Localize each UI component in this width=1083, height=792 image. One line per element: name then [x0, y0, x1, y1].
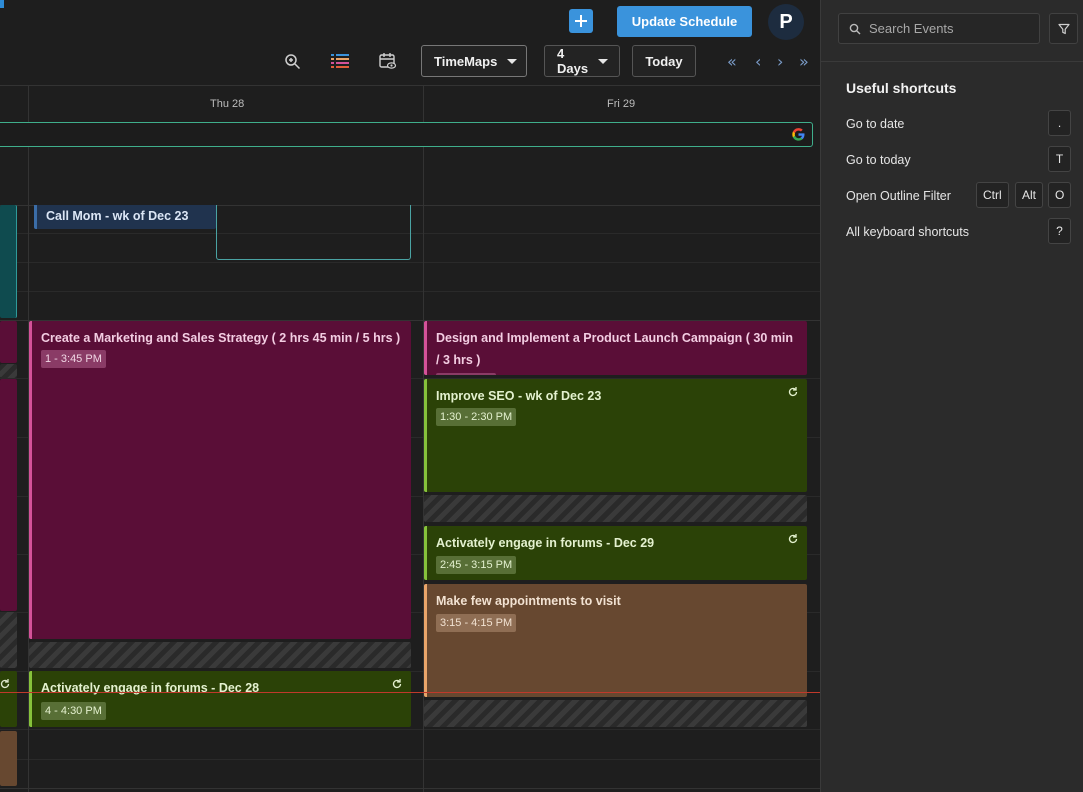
grid-line — [0, 729, 820, 730]
day-header-thu: Thu 28 — [210, 98, 245, 110]
calendar-eye-icon[interactable] — [378, 51, 398, 71]
event-time: 4 - 4:30 PM — [41, 702, 106, 720]
clipped-hatch — [0, 612, 17, 668]
zoom-in-icon[interactable] — [282, 51, 302, 71]
event-forums-dec-29[interactable]: Activately engage in forums - Dec 29 2:4… — [424, 526, 807, 580]
day-range-label: 4 Days — [557, 46, 589, 76]
event-time: 2:45 - 3:15 PM — [436, 556, 517, 574]
next-page-icon[interactable]: › — [777, 52, 783, 71]
event-title: Call Mom - wk of Dec 23 — [46, 209, 189, 223]
google-icon — [792, 128, 805, 141]
today-label: Today — [645, 53, 683, 69]
prev-page-icon[interactable]: ‹ — [755, 52, 761, 71]
view-mode-dropdown[interactable]: TimeMaps — [421, 45, 527, 77]
event-call-mom[interactable]: Call Mom - wk of Dec 23 — [34, 205, 216, 229]
buffer-hatch — [424, 495, 807, 522]
event-forums-dec-28[interactable]: Activately engage in forums - Dec 28 4 -… — [29, 671, 411, 727]
buffer-hatch — [29, 642, 411, 668]
shortcut-label: All keyboard shortcuts — [846, 225, 969, 239]
search-icon — [849, 23, 861, 34]
filter-button[interactable] — [1049, 13, 1078, 44]
color-list-icon[interactable] — [330, 51, 350, 71]
event-title: Improve SEO - wk of Dec 23 — [436, 389, 602, 403]
event-marketing-strategy[interactable]: Create a Marketing and Sales Strategy ( … — [29, 321, 411, 639]
event-improve-seo[interactable]: Improve SEO - wk of Dec 23 1:30 - 2:30 P… — [424, 379, 807, 492]
event-title: Activately engage in forums - Dec 29 — [436, 536, 655, 550]
shortcuts-title: Useful shortcuts — [846, 80, 957, 96]
chevron-down-icon — [507, 58, 518, 64]
clipped-event-brown[interactable] — [0, 731, 17, 786]
event-title: Create a Marketing and Sales Strategy ( … — [41, 331, 401, 345]
add-event-button[interactable] — [569, 9, 593, 33]
shortcut-label: Open Outline Filter — [846, 189, 951, 203]
shortcut-key: T — [1048, 146, 1071, 172]
shortcut-key: . — [1048, 110, 1071, 136]
grid-line — [0, 291, 820, 292]
shortcut-key: Ctrl — [976, 182, 1009, 208]
day-range-dropdown[interactable]: 4 Days — [544, 45, 620, 77]
calendar-pane: Update Schedule P TimeMaps 4 Days Today … — [0, 0, 820, 792]
repeat-icon — [788, 534, 798, 544]
repeat-icon — [392, 679, 402, 689]
event-appointments[interactable]: Make few appointments to visit 3:15 - 4:… — [424, 584, 807, 697]
event-product-launch[interactable]: Design and Implement a Product Launch Ca… — [424, 321, 807, 375]
clipped-event-teal[interactable] — [0, 205, 17, 318]
day-header-fri: Fri 29 — [607, 98, 636, 110]
google-allday-event[interactable] — [0, 122, 813, 147]
clipped-hatch — [0, 364, 17, 378]
grid-line — [0, 262, 820, 263]
buffer-hatch — [424, 700, 807, 727]
event-title: Design and Implement a Product Launch Ca… — [436, 331, 794, 367]
event-title: Make few appointments to visit — [436, 594, 621, 608]
filter-icon — [1057, 23, 1070, 34]
update-schedule-button[interactable]: Update Schedule — [617, 6, 752, 37]
shortcuts-sidebar: Useful shortcuts Go to date . Go to toda… — [820, 0, 1083, 792]
search-box[interactable] — [838, 13, 1040, 44]
clipped-event-pink[interactable] — [0, 321, 17, 363]
shortcut-key: O — [1048, 182, 1072, 208]
sidebar-divider — [821, 61, 1083, 62]
plus-icon — [575, 15, 587, 27]
today-button[interactable]: Today — [632, 45, 696, 77]
event-title: Activately engage in forums - Dec 28 — [41, 681, 260, 695]
repeat-icon — [0, 679, 10, 689]
shortcut-key: ? — [1048, 218, 1071, 244]
shortcut-label: Go to today — [846, 153, 911, 167]
view-mode-label: TimeMaps — [434, 53, 498, 69]
event-outline-block[interactable] — [216, 205, 411, 260]
first-page-icon[interactable]: « — [727, 52, 737, 71]
search-input[interactable] — [869, 21, 1029, 36]
clipped-event-green[interactable] — [0, 671, 17, 727]
event-time: 1:30 - 2:30 PM — [436, 408, 517, 426]
event-time: 1 - 3:45 PM — [41, 350, 106, 368]
chevron-down-icon — [598, 58, 609, 64]
avatar[interactable]: P — [768, 4, 804, 40]
grid-line — [0, 788, 820, 789]
shortcut-key: Alt — [1015, 182, 1044, 208]
event-time: 3:15 - 4:15 PM — [436, 614, 517, 632]
grid-line — [0, 759, 820, 760]
last-page-icon[interactable]: » — [799, 52, 809, 71]
current-time-line — [0, 692, 820, 693]
shortcut-label: Go to date — [846, 117, 905, 131]
clipped-event-pink[interactable] — [0, 379, 17, 611]
repeat-icon — [788, 387, 798, 397]
top-accent — [0, 0, 4, 8]
header-divider — [0, 85, 820, 86]
event-time-clipped — [436, 373, 496, 375]
